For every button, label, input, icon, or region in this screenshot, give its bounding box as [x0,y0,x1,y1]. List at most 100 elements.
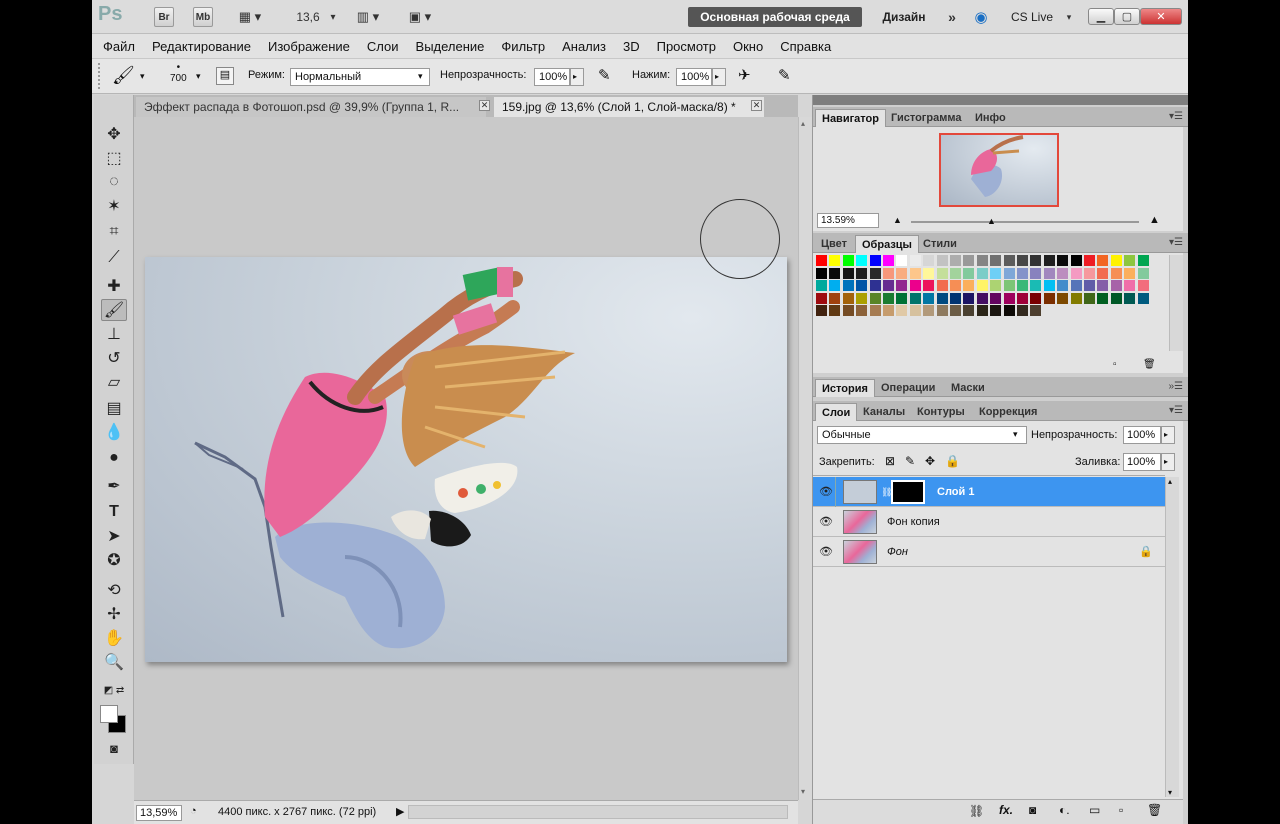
panel-menu-icon[interactable]: ▾☰ [1169,405,1183,416]
color-swatch[interactable] [816,292,827,304]
color-swatch[interactable] [1124,292,1136,304]
menu-edit[interactable]: Редактирование [152,39,251,54]
menu-select[interactable]: Выделение [416,39,485,54]
scroll-down-icon[interactable]: ▾ [801,787,805,796]
lasso-tool-icon[interactable]: ◌ [101,171,127,193]
tablet-opacity-icon[interactable]: ✎ [598,66,611,84]
layer-row-sloy1[interactable]: 👁 ⛓ Слой 1 [813,477,1165,507]
delete-layer-icon[interactable]: 🗑 [1147,803,1162,817]
color-swatch[interactable] [923,280,935,292]
color-swatch[interactable] [950,305,961,317]
color-swatch[interactable] [856,267,868,279]
color-swatch[interactable] [842,255,854,266]
quick-mask-icon[interactable]: ◙ [101,737,127,759]
menu-file[interactable]: Файл [103,39,135,54]
color-swatch[interactable] [909,292,921,304]
color-swatch[interactable] [829,255,841,266]
pen-tool-icon[interactable]: ✒ [101,475,127,497]
color-swatch[interactable] [896,255,908,266]
cs-live-button[interactable]: CS Live [990,7,1074,27]
color-swatch[interactable] [1003,280,1015,292]
new-swatch-icon[interactable]: ▫ [1113,359,1117,370]
chevron-down-icon[interactable]: ▾ [140,71,145,82]
lock-pixels-icon[interactable]: ✎ [905,454,915,468]
crop-tool-icon[interactable]: ⌗ [101,221,127,243]
foreground-color-swatch[interactable] [100,705,118,723]
layers-scrollbar[interactable]: ▴ ▾ [1165,477,1179,797]
dodge-tool-icon[interactable]: ● [101,447,127,469]
color-swatch[interactable] [1030,292,1042,304]
canvas-area[interactable] [134,117,798,800]
color-swatch[interactable] [883,280,894,292]
layer-opacity-input[interactable]: 100% [1123,426,1161,444]
tab-layers[interactable]: Слои [815,403,858,421]
color-swatch[interactable] [829,292,841,304]
menu-layer[interactable]: Слои [367,39,399,54]
navigator-zoom-slider[interactable] [911,221,1139,223]
tab-color[interactable]: Цвет [815,235,853,253]
lock-all-icon[interactable]: 🔒 [945,454,960,468]
layer-name[interactable]: Фон копия [887,516,940,528]
airbrush-icon[interactable]: ✈ [738,66,751,84]
color-swatch[interactable] [909,280,921,292]
color-swatch[interactable] [829,305,841,317]
color-swatch[interactable] [842,305,854,317]
mini-bridge-button[interactable]: Mb [193,7,213,27]
3d-rotate-tool-icon[interactable]: ⟲ [101,579,127,601]
color-swatch[interactable] [856,255,868,266]
brush-tool-preset-icon[interactable]: 🖌 [112,65,135,86]
status-zoom-input[interactable]: 13,59% [136,805,182,821]
color-swatch[interactable] [990,255,1002,266]
scroll-up-icon[interactable]: ▴ [801,119,805,128]
new-group-icon[interactable]: ▭ [1089,803,1100,817]
color-swatch[interactable] [1084,255,1095,266]
navigator-preview[interactable] [939,133,1059,207]
link-layers-icon[interactable]: ⛓ [969,804,984,818]
navigator-zoom-input[interactable]: 13.59% [817,213,879,228]
color-swatch[interactable] [1097,267,1109,279]
pressure-slider-arrow-icon[interactable]: ▸ [712,68,726,86]
color-swatch[interactable] [1057,280,1069,292]
color-swatch[interactable] [909,305,921,317]
color-swatch[interactable] [856,280,868,292]
view-extras-icon[interactable]: ▦ ▾ [232,7,268,27]
canvas-vertical-scrollbar[interactable]: ▴ ▾ [798,117,812,800]
menu-analysis[interactable]: Анализ [562,39,606,54]
color-swatch[interactable] [1097,292,1109,304]
new-layer-icon[interactable]: ▫ [1119,803,1123,817]
canvas-horizontal-scrollbar[interactable] [408,805,788,819]
opacity-arrow-icon[interactable]: ▸ [1161,426,1175,444]
history-brush-tool-icon[interactable]: ↺ [101,347,127,369]
color-swatch[interactable] [842,267,854,279]
color-swatch[interactable] [976,280,988,292]
color-swatch[interactable] [816,305,827,317]
lock-transparency-icon[interactable]: ⊠ [885,454,895,468]
color-swatch[interactable] [1070,267,1082,279]
tab-document-1[interactable]: Эффект распада в Фотошоп.psd @ 39,9% (Гр… [136,97,486,117]
color-swatch[interactable] [1017,255,1028,266]
tablet-size-icon[interactable]: ✎ [778,66,791,84]
color-swatch[interactable] [990,280,1002,292]
menu-3d[interactable]: 3D [623,39,640,54]
color-swatch[interactable] [1003,292,1015,304]
color-swatch[interactable] [923,267,935,279]
fill-arrow-icon[interactable]: ▸ [1161,453,1175,471]
visibility-eye-icon[interactable]: 👁 [819,485,833,499]
magic-wand-tool-icon[interactable]: ✶ [101,195,127,217]
tab-swatches[interactable]: Образцы [855,235,919,253]
screen-mode-icon[interactable]: ▣ ▾ [402,7,438,27]
color-swatch[interactable] [963,280,975,292]
clone-stamp-tool-icon[interactable]: ⊥ [101,323,127,345]
zoom-dropdown-icon[interactable]: ▾ [328,7,338,27]
brush-tool-icon[interactable]: 🖌 [101,299,127,321]
color-swatch[interactable] [950,280,961,292]
color-swatch[interactable] [1137,267,1149,279]
panel-dock-header[interactable] [813,95,1188,105]
color-swatch[interactable] [976,305,988,317]
panel-menu-icon[interactable]: »☰ [1168,381,1183,392]
color-swatch[interactable] [963,267,975,279]
path-selection-tool-icon[interactable]: ➤ [101,525,127,547]
color-swatch[interactable] [1017,267,1028,279]
color-swatch[interactable] [1124,255,1136,266]
layer-row-fon[interactable]: 👁 Фон 🔒 [813,537,1165,567]
